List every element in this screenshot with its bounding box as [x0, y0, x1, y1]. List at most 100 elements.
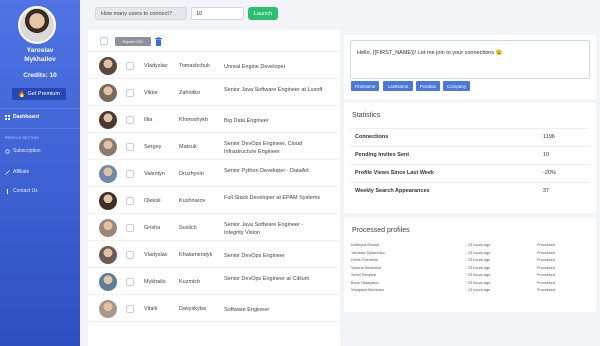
processed-name: Denis Chemeris — [351, 258, 379, 262]
headline-cell: Unreal Engine Developer — [224, 64, 286, 70]
statistic-row: Pending Invites Sent 10 — [350, 146, 590, 163]
sidebar-item-label: Dashboard — [13, 114, 40, 120]
first-name-cell: Valentyn — [144, 171, 165, 177]
last-name-cell: Khoroshykh — [179, 117, 209, 123]
table-row[interactable]: Vitalii Davyskyba Software Engineer — [88, 295, 340, 322]
insert-lastname-button[interactable]: LastName — [383, 81, 413, 91]
sidebar-item-dashboard[interactable]: Dashboard — [5, 114, 39, 120]
trash-icon[interactable] — [155, 37, 162, 46]
profile-avatar — [99, 165, 117, 183]
sidebar-section-heading: PROFILE SETTING — [5, 136, 40, 140]
select-all-checkbox[interactable] — [100, 37, 108, 45]
headline-cell: Senior DevOps Engineer, Cloud Infrastruc… — [224, 141, 302, 155]
processed-name: Kateryna Bluzart — [351, 243, 380, 247]
table-row[interactable]: Valentyn Druzhynin Senior Python Developer… — [88, 160, 340, 187]
processed-row: Denis Chemeris 23 hours ago Processed — [351, 258, 586, 265]
sidebar-item-label: Contact Us — [13, 188, 38, 194]
table-row[interactable]: Mykhailo Kuzmich Senior DevOps Engineer at… — [88, 268, 340, 295]
processed-title: Processed profiles — [352, 227, 410, 234]
statistic-value: 1196 — [543, 134, 555, 140]
table-row[interactable]: Viktor Zahnitko Senior Java Software Engin… — [88, 79, 340, 106]
processed-row: Serhii Danyliuk 23 hours ago Processed — [351, 273, 586, 280]
row-checkbox[interactable] — [126, 143, 134, 151]
first-name-cell: Illia — [144, 117, 153, 123]
row-checkbox[interactable] — [126, 197, 134, 205]
first-name-cell: Oleksii — [144, 198, 161, 204]
table-row[interactable]: Vladyslav Khalamendyk Senior DevOps Engine… — [88, 241, 340, 268]
table-row[interactable]: Grisha Suslich Senior Java Software Engine… — [88, 214, 340, 241]
insert-company-button[interactable]: Company — [443, 81, 470, 91]
dashboard-icon — [5, 114, 10, 120]
row-checkbox[interactable] — [126, 116, 134, 124]
statistic-value: 10 — [543, 152, 550, 158]
row-checkbox[interactable] — [126, 170, 134, 178]
profile-avatar — [99, 192, 117, 210]
profile-avatar — [99, 138, 117, 156]
processed-status: Processed — [537, 288, 555, 292]
sidebar-item-subscription[interactable]: Subscription — [5, 148, 41, 154]
table-row[interactable]: Vladyslav Tomashchuk Unreal Engine Develop… — [88, 52, 340, 79]
sidebar-item-affiliate[interactable]: Affiliate — [5, 169, 29, 175]
processed-row: Victoria Dikotchuk 23 hours ago Processed — [351, 266, 586, 273]
statistic-label: Connections — [355, 134, 389, 140]
table-row[interactable]: Sergey Matsuk Senior DevOps Engineer, Clou… — [88, 133, 340, 160]
processed-status: Processed — [537, 250, 555, 255]
processed-row: Yaroslav Sydorenko 23 hours ago Processed — [351, 251, 586, 258]
sidebar-item-contact[interactable]: Contact Us — [5, 188, 38, 194]
row-checkbox[interactable] — [126, 89, 134, 97]
table-row[interactable]: Illia Khoroshykh Big Data Engineer — [88, 106, 340, 133]
row-checkbox[interactable] — [126, 224, 134, 232]
contact-icon — [7, 188, 8, 194]
statistic-value: -20% — [543, 170, 556, 176]
row-checkbox[interactable] — [126, 62, 134, 70]
export-csv-button[interactable]: Export CSV — [115, 37, 151, 46]
insert-firstname-button[interactable]: FirstName — [351, 81, 379, 91]
table-row[interactable]: Oleksii Kushnarov Full Stack Developer at … — [88, 187, 340, 214]
sidebar-divider — [0, 108, 80, 109]
statistic-row: Profile Views Since Last Week -20% — [350, 164, 590, 181]
profile-avatar — [99, 111, 117, 129]
message-textarea[interactable]: Hello, {{FIRST_NAME}}! Let me join to yo… — [350, 40, 590, 79]
first-name-cell: Sergey — [144, 144, 162, 150]
message-card: Hello, {{FIRST_NAME}}! Let me join to yo… — [344, 35, 596, 99]
row-checkbox[interactable] — [126, 251, 134, 259]
last-name-cell: Khalamendyk — [179, 252, 213, 258]
first-name-cell: Grisha — [144, 225, 161, 231]
processed-status: Processed — [537, 258, 555, 262]
processed-time: 23 hours ago — [468, 265, 491, 270]
first-name-cell: Vitalii — [144, 306, 158, 312]
get-premium-button[interactable]: 🔥 Get Premium — [12, 88, 66, 100]
processed-time: 23 hours ago — [468, 258, 491, 262]
processed-name: Vladyslav Blchenko — [351, 288, 384, 292]
insert-position-button[interactable]: Position — [416, 81, 440, 91]
profile-avatar — [99, 273, 117, 291]
last-name-cell: Druzhynin — [179, 171, 204, 177]
processed-time: 23 hours ago — [468, 243, 491, 247]
last-name-cell: Davyskyba — [179, 306, 206, 312]
settings-icon — [5, 148, 10, 154]
processed-status: Processed — [537, 265, 555, 270]
last-name-cell: Matsuk — [179, 144, 197, 150]
get-premium-label: Get Premium — [27, 91, 60, 97]
user-avatar[interactable] — [18, 6, 56, 44]
last-name-cell: Zahnitko — [179, 90, 201, 96]
row-checkbox[interactable] — [126, 278, 134, 286]
row-checkbox[interactable] — [126, 305, 134, 313]
first-name-cell: Mykhailo — [144, 279, 166, 285]
last-name-cell: Tomashchuk — [179, 63, 210, 69]
processed-row: Kateryna Bluzart 23 hours ago Processed — [351, 243, 586, 250]
connect-count-input[interactable]: 10 — [191, 7, 244, 20]
statistic-value: 37 — [543, 188, 550, 194]
sidebar-item-label: Affiliate — [13, 169, 30, 175]
processed-status: Processed — [537, 273, 555, 277]
statistic-row: Weekly Search Appearances 37 — [350, 182, 590, 199]
launch-button[interactable]: Launch — [248, 7, 279, 20]
headline-cell: Senior Java Software Engineer at Luxoft — [224, 87, 323, 93]
connect-count-label: How many users to connect? — [95, 7, 187, 20]
statistic-label: Profile Views Since Last Week — [355, 170, 434, 176]
headline-cell: Senior DevOps Engineer at Ciklum — [224, 276, 310, 282]
connect-bar: How many users to connect? 10 Launch — [95, 7, 279, 20]
user-last-name: Mykhailov — [24, 56, 56, 63]
first-name-cell: Viktor — [144, 90, 158, 96]
last-name-cell: Suslich — [179, 225, 197, 231]
